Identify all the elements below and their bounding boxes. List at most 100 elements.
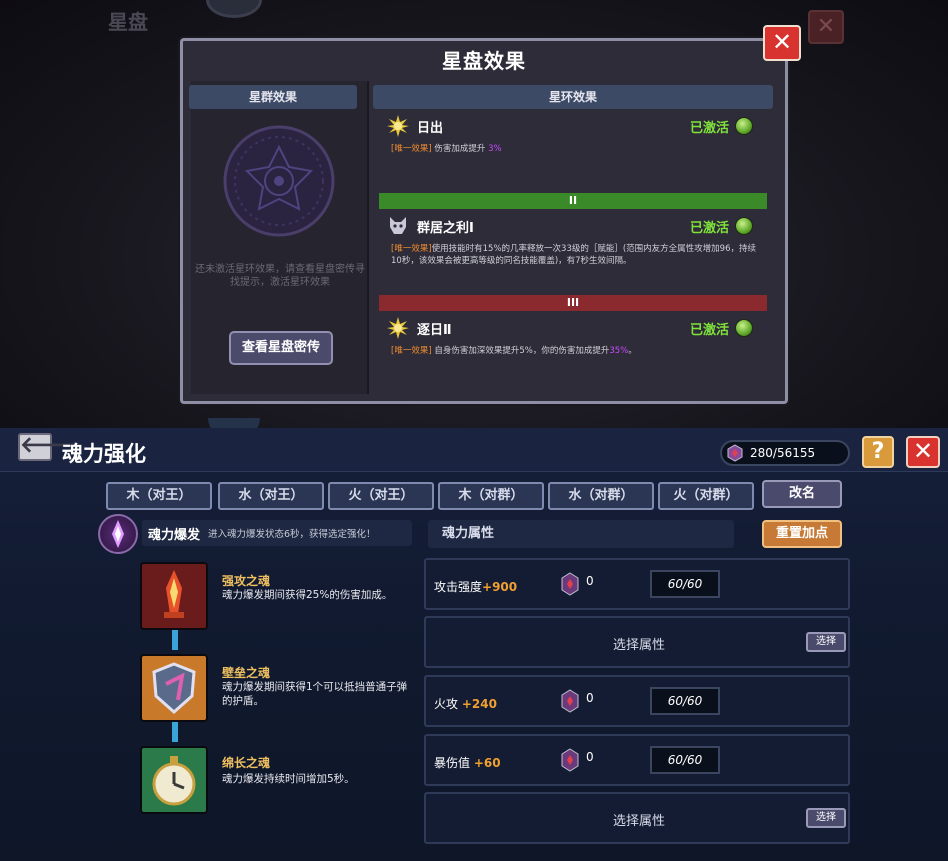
node-barrier[interactable] xyxy=(140,654,208,722)
select-attribute-label: 选择属性 xyxy=(612,814,665,829)
effect-name: 群居之利Ⅰ xyxy=(417,221,474,236)
attribute-row-empty: 选择属性 选择 xyxy=(424,792,850,844)
effect-description: [唯一效果] 伤害加成提升 3% xyxy=(391,143,761,155)
attribute-label: 火攻 +240 xyxy=(434,695,497,712)
node-endurance[interactable] xyxy=(140,746,208,814)
effect-description: [唯一效果]使用技能时有15%的几率释放一次33级的［赋能］(范围内友方全属性攻… xyxy=(391,243,761,267)
node-connector xyxy=(172,722,178,742)
attribute-name: 暴伤值 xyxy=(434,756,471,770)
tab-wood-boss[interactable]: 木（对王） xyxy=(106,482,212,510)
node-description: 魂力爆发期间获得25%的伤害加成。 xyxy=(222,589,393,601)
attribute-cost: 0 xyxy=(586,750,594,764)
attribute-name: 火攻 xyxy=(434,697,459,711)
effect-desc-text: 伤害加成提升 xyxy=(434,144,486,154)
effect-item-chasing-sun: 逐日Ⅱ 已激活 [唯一效果] 自身伤害加深效果提升5%，你的伤害加成提升35%。 xyxy=(379,315,767,375)
close-button[interactable]: ✕ xyxy=(906,436,940,468)
effect-item-sunrise: 日出 已激活 [唯一效果] 伤害加成提升 3% xyxy=(379,113,767,189)
node-strong-attack[interactable] xyxy=(140,562,208,630)
tab-water-group[interactable]: 水（对群） xyxy=(548,482,654,510)
help-button[interactable]: ? xyxy=(862,436,894,468)
column-divider xyxy=(367,81,369,394)
back-button[interactable]: 🡐 xyxy=(18,433,79,461)
effect-desc-text: 自身伤害加深效果提升5%，你的伤害加成提升 xyxy=(434,346,610,356)
tier-bar-3: III xyxy=(379,295,767,311)
effect-status: 已激活 xyxy=(689,221,729,236)
tab-water-boss[interactable]: 水（对王） xyxy=(218,482,324,510)
active-indicator-icon xyxy=(735,319,753,337)
rename-button[interactable]: 改名 xyxy=(762,480,842,508)
wolf-icon xyxy=(390,217,406,234)
effect-name: 日出 xyxy=(417,121,444,136)
flame-sword-icon xyxy=(164,570,184,618)
stopwatch-icon xyxy=(152,756,196,806)
star-disk-effect-modal: 星盘效果 ✕ 星群效果 还未激活星环效果，请查看星盘密传寻找提示，激活星环效果 … xyxy=(180,25,801,404)
attribute-row-attack: 攻击强度+900 0 60/60 xyxy=(424,558,850,610)
tab-fire-boss[interactable]: 火（对王） xyxy=(328,482,434,510)
attribute-cost: 0 xyxy=(586,691,594,705)
active-indicator-icon xyxy=(735,117,753,135)
effect-item-group-advantage: 群居之利Ⅰ 已激活 [唯一效果]使用技能时有15%的几率释放一次33级的［赋能］… xyxy=(379,213,767,291)
effect-suffix: 。 xyxy=(628,346,637,356)
tab-wood-group[interactable]: 木（对群） xyxy=(438,482,544,510)
sun-icon xyxy=(387,115,409,137)
attribute-level: 60/60 xyxy=(650,687,720,715)
attribute-label: 暴伤值 +60 xyxy=(434,754,501,771)
soul-gem-icon xyxy=(561,689,579,713)
effect-description: [唯一效果] 自身伤害加深效果提升5%，你的伤害加成提升35%。 xyxy=(391,345,761,357)
effect-tag: [唯一效果] xyxy=(391,244,432,254)
modal-title: 星盘效果 xyxy=(442,49,526,73)
currency-value: 280/56155 xyxy=(750,446,816,460)
skill-description: 进入魂力爆发状态6秒，获得选定强化！ xyxy=(208,529,376,540)
star-disk-emblem-icon xyxy=(223,125,335,237)
select-attribute-label: 选择属性 xyxy=(612,638,665,653)
skill-name: 魂力爆发 xyxy=(148,528,201,543)
soul-gem-icon xyxy=(561,572,579,596)
reset-points-button[interactable]: 重置加点 xyxy=(762,520,842,548)
node-name: 强攻之魂 xyxy=(222,574,271,588)
attribute-bonus: +240 xyxy=(461,697,497,711)
node-name: 绵长之魂 xyxy=(222,756,271,770)
soul-burst-icon xyxy=(98,514,138,554)
soul-gem-icon xyxy=(727,444,743,462)
star-disk-screen: 星盘 ✕ 星盘效果 ✕ 星群效果 还未激活星环效果，请查看星盘密传寻找提示，激活… xyxy=(0,0,948,428)
node-name: 壁垒之魂 xyxy=(222,666,271,680)
attribute-name: 攻击强度 xyxy=(434,580,483,594)
attribute-row-fire: 火攻 +240 0 60/60 xyxy=(424,675,850,727)
effect-name: 逐日Ⅱ xyxy=(417,323,452,338)
background-round-icon xyxy=(206,0,262,18)
attribute-bonus: +60 xyxy=(473,756,501,770)
effect-tag: [唯一效果] xyxy=(391,346,432,356)
skill-header: 魂力爆发 进入魂力爆发状态6秒，获得选定强化！ xyxy=(98,514,412,554)
sun-icon xyxy=(387,317,409,339)
attribute-row-empty: 选择属性 选择 xyxy=(424,616,850,668)
node-connector xyxy=(172,630,178,650)
soul-gem-icon xyxy=(561,748,579,772)
currency-display: 280/56155 xyxy=(720,440,850,466)
select-button[interactable]: 选择 xyxy=(806,632,846,652)
inactive-hint: 还未激活星环效果，请查看星盘密传寻找提示，激活星环效果 xyxy=(195,264,365,288)
effect-status: 已激活 xyxy=(689,323,729,338)
tab-fire-group[interactable]: 火（对群） xyxy=(658,482,754,510)
effect-status: 已激活 xyxy=(689,121,729,136)
attribute-level: 60/60 xyxy=(650,746,720,774)
screen-title: 魂力强化 xyxy=(62,442,146,466)
effect-desc-text: 使用技能时有15%的几率释放一次33级的［赋能］(范围内友方全属性攻增加96，持… xyxy=(391,244,756,266)
background-close-icon: ✕ xyxy=(808,10,844,44)
attribute-row-crit: 暴伤值 +60 0 60/60 xyxy=(424,734,850,786)
select-button[interactable]: 选择 xyxy=(806,808,846,828)
top-bar: 🡐 魂力强化 280/56155 ? ✕ xyxy=(0,428,948,472)
attribute-header: 魂力属性 xyxy=(428,520,734,548)
effect-tag: [唯一效果] xyxy=(391,144,432,154)
effect-value: 3% xyxy=(488,144,502,154)
constellation-header: 星群效果 xyxy=(189,85,357,109)
modal-close-button[interactable]: ✕ xyxy=(763,25,801,61)
active-indicator-icon xyxy=(735,217,753,235)
attribute-bonus: +900 xyxy=(482,580,518,594)
effect-value: 35% xyxy=(609,346,629,356)
attribute-cost: 0 xyxy=(586,574,594,588)
ring-effect-header: 星环效果 xyxy=(373,85,773,109)
shield-icon xyxy=(152,662,196,715)
attribute-label: 攻击强度+900 xyxy=(434,578,517,595)
view-secret-button[interactable]: 查看星盘密传 xyxy=(229,331,333,365)
background-title: 星盘 xyxy=(108,10,148,34)
